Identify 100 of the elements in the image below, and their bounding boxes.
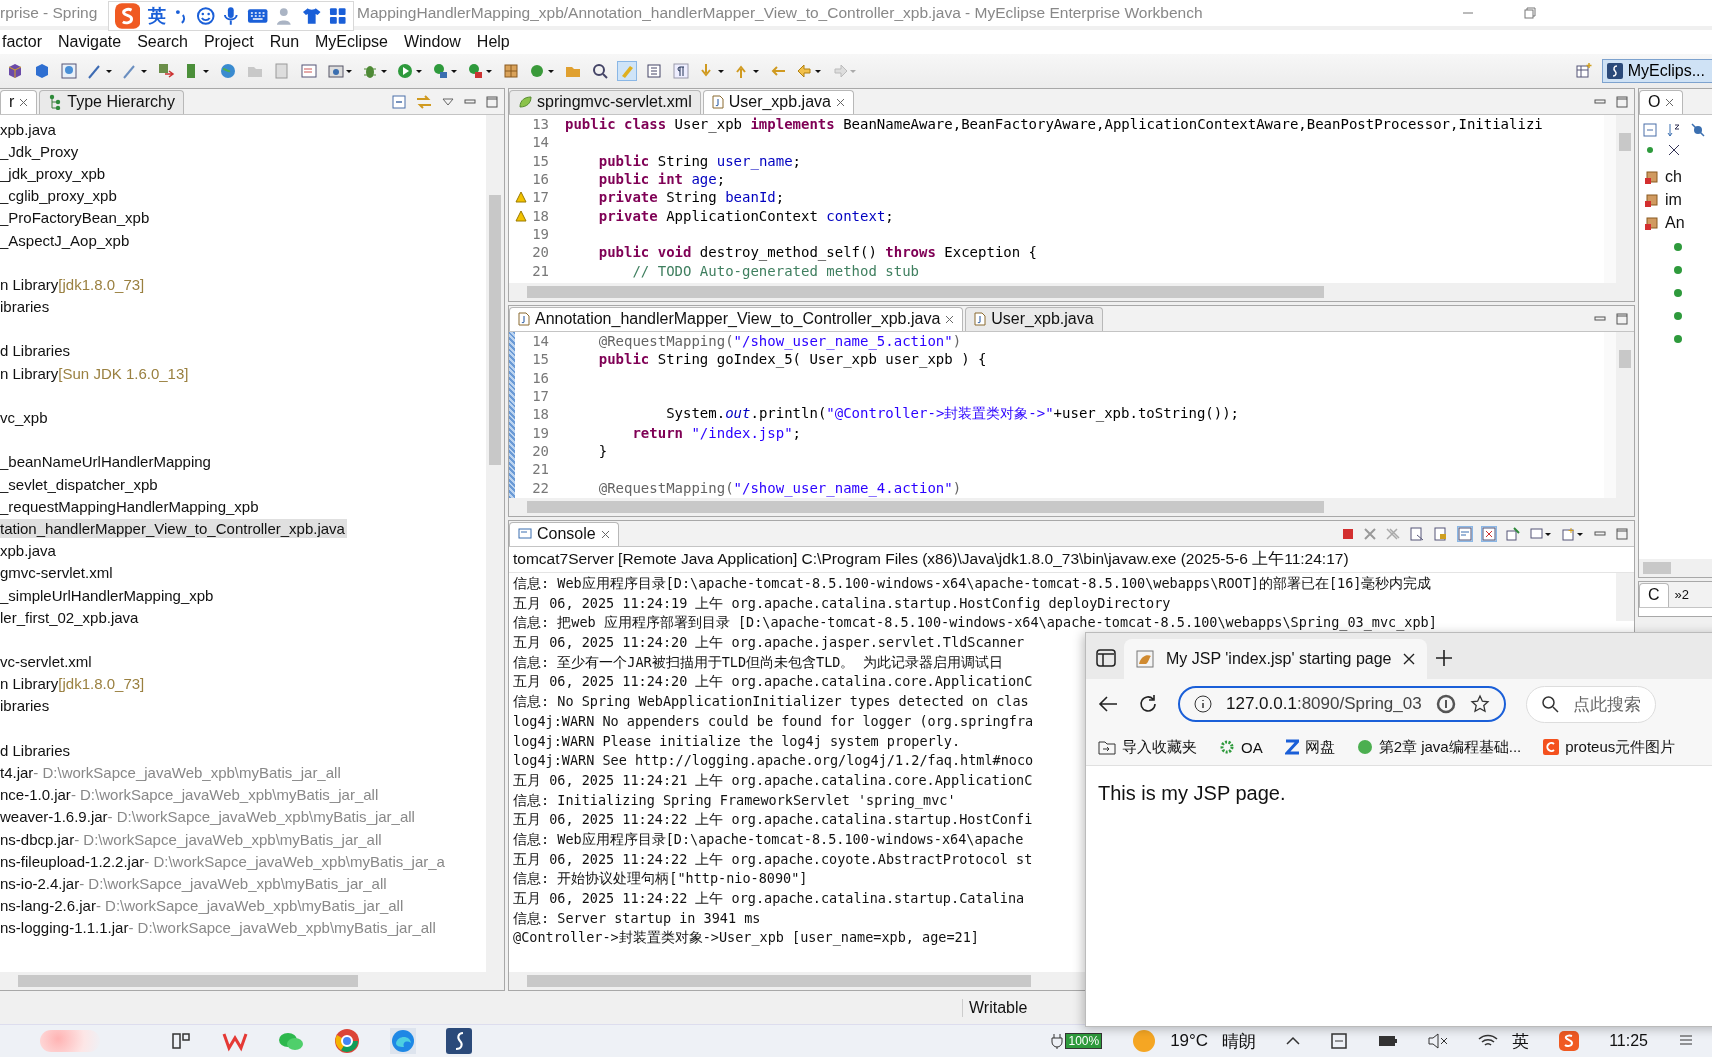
hide-fields-icon[interactable] [1691, 123, 1705, 137]
logo-icon[interactable] [1559, 1031, 1580, 1051]
deploy-icon[interactable] [157, 62, 175, 80]
scroll-lock-icon[interactable] [1434, 526, 1448, 541]
tree-item[interactable]: vc-servlet.xml [0, 652, 94, 672]
menu-item[interactable]: Window [403, 33, 469, 51]
collapse-all-icon[interactable] [1643, 123, 1657, 137]
display-console-icon[interactable] [1530, 526, 1552, 541]
temperature-label[interactable]: 19°C [1170, 1031, 1209, 1051]
pin-icon[interactable] [1506, 526, 1520, 541]
clock-label[interactable]: 11:25 [1609, 1032, 1648, 1050]
shirt-icon[interactable] [302, 7, 322, 25]
tree-item[interactable]: ns-lang-2.6.jar- D:\workSapce_javaWeb_xpb\myBatis_jar_all [0, 896, 406, 916]
sidebar-icon[interactable] [1096, 649, 1116, 667]
outline-item[interactable]: ch [1665, 167, 1682, 186]
outline-item[interactable]: An [1665, 213, 1685, 232]
tree-item[interactable]: n Library[Sun JDK 1.6.0_13] [0, 363, 191, 383]
star-icon[interactable] [1469, 694, 1490, 714]
plus-icon[interactable] [1435, 649, 1454, 667]
bookmark-item[interactable]: 导入收藏夹 [1098, 737, 1197, 757]
collapse-all-icon[interactable] [392, 94, 406, 109]
tree-item[interactable]: _jdk_proxy_xpb [0, 163, 108, 183]
scrollbar[interactable] [509, 498, 1634, 516]
cube-icon[interactable] [33, 62, 51, 80]
bookmark-item[interactable]: 网盘 [1284, 737, 1335, 757]
scrollbar[interactable] [0, 972, 504, 990]
browser-tab[interactable]: My JSP 'index.jsp' starting page [1124, 639, 1428, 679]
hide-nonpublic-icon[interactable] [1667, 143, 1681, 157]
perspective-button[interactable]: MyEclips... [1601, 59, 1712, 83]
tree-item[interactable]: n Library[jdk1.8.0_73] [0, 674, 147, 694]
search-field[interactable]: 点此搜索 [1525, 685, 1656, 723]
show-console-icon[interactable] [1482, 526, 1496, 541]
package-icon[interactable] [502, 62, 520, 80]
browser-icon[interactable] [334, 1028, 360, 1054]
scrollbar[interactable] [1616, 573, 1634, 621]
battery-indicator[interactable]: 100% [1051, 1033, 1103, 1049]
cube-icon[interactable] [6, 62, 24, 80]
tree-item[interactable]: ns-logging-1.1.1.jar- D:\workSapce_javaWeb_xpb\myBatis_jar_all [0, 918, 438, 938]
camera-icon[interactable] [327, 62, 353, 80]
battery-icon[interactable] [1378, 1034, 1399, 1048]
input-mode-label[interactable]: 英 [148, 4, 167, 28]
menu-item[interactable]: factor [2, 33, 50, 51]
more-tabs-label[interactable]: »2 [1674, 587, 1690, 602]
tree-item[interactable]: _beanNameUrlHandlerMapping [0, 452, 213, 472]
browser-icon[interactable] [390, 1028, 416, 1054]
minimize-icon[interactable] [1594, 528, 1606, 539]
maximize-icon[interactable] [486, 95, 498, 108]
editor-tab[interactable]: User_xpb.java [965, 306, 1103, 331]
tree-item[interactable]: ns-io-2.4.jar- D:\workSapce_javaWeb_xpb\myBatis_jar_all [0, 873, 389, 893]
menu-item[interactable]: Run [269, 33, 308, 51]
bookmark-item[interactable]: OA [1219, 738, 1263, 756]
minimize-icon[interactable] [1594, 96, 1606, 107]
tree-item[interactable]: _ProFactoryBean_xpb [0, 208, 152, 228]
menu-item[interactable]: Project [203, 33, 262, 51]
warning-icon[interactable] [515, 191, 527, 204]
tree-item[interactable]: tation_handlerMapper_View_to_Controller_xpb.java [0, 518, 347, 538]
open-perspective-icon[interactable] [1574, 62, 1593, 80]
tree-item[interactable]: n Library[jdk1.8.0_73] [0, 274, 147, 294]
minimize-icon[interactable] [1594, 313, 1606, 324]
run-config-icon[interactable] [432, 62, 458, 80]
sort-icon[interactable] [1667, 123, 1681, 137]
search-icon[interactable] [591, 62, 609, 80]
scrollbar[interactable] [509, 283, 1634, 301]
view-tab[interactable]: C [1639, 582, 1669, 607]
menu-item[interactable]: Help [476, 33, 518, 51]
grid-icon[interactable] [329, 7, 347, 25]
menu-item[interactable]: Search [137, 33, 196, 51]
tree-item[interactable]: xpb.java [0, 119, 58, 139]
tree-item[interactable]: xpb.java [0, 541, 58, 561]
person-icon[interactable] [276, 6, 294, 26]
input-language-label[interactable]: 英 [1512, 1029, 1530, 1053]
scrollbar[interactable] [1639, 559, 1712, 577]
tree-item[interactable]: ibraries [0, 297, 52, 317]
outline-item[interactable]: im [1665, 190, 1682, 209]
menu-item[interactable]: Navigate [58, 33, 130, 51]
stop-run-icon[interactable] [467, 62, 493, 80]
view-menu-icon[interactable] [442, 96, 454, 107]
keyboard-icon[interactable] [247, 8, 269, 24]
play-icon[interactable] [397, 62, 423, 80]
restore-icon[interactable] [1524, 7, 1536, 19]
tree-item[interactable]: vc_xpb [0, 408, 50, 428]
editor-tab[interactable]: springmvc-servlet.xml [509, 89, 701, 114]
tree-item[interactable]: nce-1.0.jar- D:\workSapce_javaWeb_xpb\myBatis_jar_all [0, 785, 381, 805]
tree-item[interactable]: _AspectJ_Aop_xpb [0, 230, 132, 250]
editor-tab[interactable]: User_xpb.java [702, 89, 854, 114]
form-icon[interactable] [300, 62, 318, 80]
back-arrow-icon[interactable] [796, 62, 822, 80]
close-icon[interactable] [1403, 653, 1416, 665]
stop-icon[interactable] [1342, 527, 1354, 540]
microphone-icon[interactable] [223, 6, 240, 26]
remove-all-icon[interactable] [1386, 527, 1400, 540]
scrollbar[interactable] [1616, 332, 1634, 498]
tree-item[interactable]: t4.jar- D:\workSapce_javaWeb_xpb\myBatis_jar_all [0, 763, 343, 783]
tree-item[interactable]: _cglib_proxy_xpb [0, 186, 119, 206]
tree-item[interactable]: gmvc-servlet.xml [0, 563, 115, 583]
warning-icon[interactable] [515, 209, 527, 222]
tree-item[interactable]: d Libraries [0, 740, 73, 760]
bookmark-item[interactable]: 第2章 java编程基础... [1356, 737, 1522, 757]
tree-item[interactable]: ibraries [0, 696, 52, 716]
tree-item[interactable]: ns-dbcp.jar- D:\workSapce_javaWeb_xpb\myBatis_jar_all [0, 829, 384, 849]
